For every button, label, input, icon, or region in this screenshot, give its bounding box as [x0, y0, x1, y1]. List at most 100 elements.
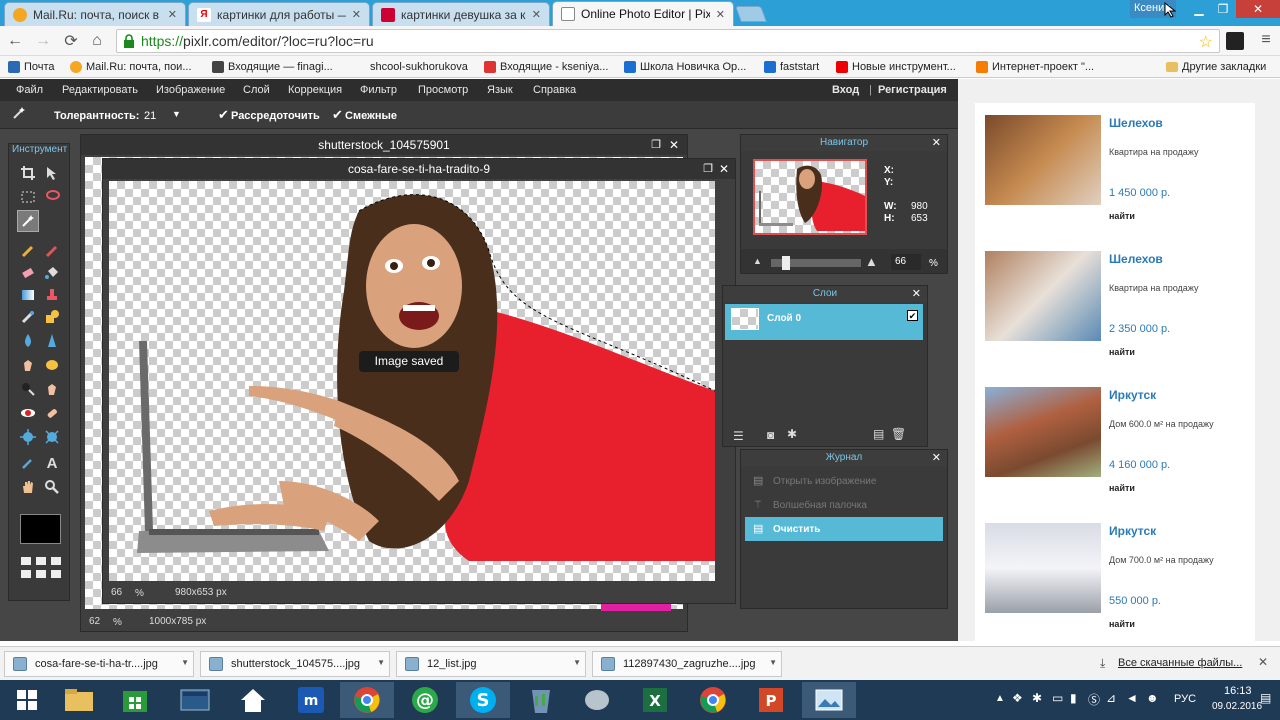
login-link[interactable]: Вход	[832, 84, 859, 96]
browser-tab-images[interactable]: картинки девушка за ком ✕	[372, 2, 550, 26]
layer-effects-icon[interactable]: ✱	[787, 427, 797, 441]
menu-adjust[interactable]: Коррекция	[288, 84, 342, 96]
close-icon[interactable]: ✕	[716, 8, 725, 21]
zoom-slider-handle[interactable]	[782, 256, 790, 270]
red-eye-icon[interactable]	[19, 404, 37, 422]
listing-find-link[interactable]: найти	[1109, 347, 1135, 357]
tray-skype-icon[interactable]: Ⓢ	[1088, 691, 1100, 708]
chevron-down-icon[interactable]: ▼	[769, 658, 777, 667]
menu-file[interactable]: Файл	[16, 84, 43, 96]
close-icon[interactable]: ✕	[932, 136, 941, 149]
register-link[interactable]: Регистрация	[878, 84, 947, 96]
menu-layer[interactable]: Слой	[243, 84, 270, 96]
zoom-icon[interactable]	[43, 478, 61, 496]
browser-tab-yandex[interactable]: Я картинки для работы — Я ✕	[188, 2, 370, 26]
listing-title[interactable]: Шелехов	[1109, 252, 1163, 266]
maximize-icon[interactable]: ❐	[1210, 0, 1236, 18]
menu-edit[interactable]: Редактировать	[62, 84, 138, 96]
chrome-2-icon[interactable]	[686, 682, 740, 718]
close-icon[interactable]: ✕	[719, 162, 729, 176]
zoom-value[interactable]: 62	[89, 616, 100, 627]
pinch-icon[interactable]	[43, 428, 61, 446]
history-item[interactable]: ⚚ Волшебная палочка	[745, 494, 943, 516]
listing-photo[interactable]	[985, 523, 1101, 613]
window-close-icon[interactable]: ✕	[1236, 0, 1280, 18]
mail-agent-icon[interactable]: @	[398, 682, 452, 718]
spot-heal-icon[interactable]	[43, 404, 61, 422]
excel-icon[interactable]: X	[628, 682, 682, 718]
all-downloads-link[interactable]: Все скачанные файлы...	[1118, 657, 1242, 669]
trash-icon[interactable]: 🗑	[891, 427, 906, 441]
listing-photo[interactable]	[985, 387, 1101, 477]
close-icon[interactable]: ✕	[352, 8, 361, 21]
url-input[interactable]: https:// pixlr.com/editor/?loc=ru?loc=ru…	[116, 29, 1220, 53]
browser-tab-pixlr[interactable]: Online Photo Editor | Pixlr ✕	[552, 1, 734, 26]
windows-start-icon[interactable]	[0, 682, 54, 718]
chevron-down-icon[interactable]: ▼	[181, 658, 189, 667]
listing-photo[interactable]	[985, 115, 1101, 205]
tray-settings-icon[interactable]: ✱	[1032, 691, 1042, 705]
listing-title[interactable]: Иркутск	[1109, 388, 1156, 402]
bookmark-item[interactable]: Входящие — finagi...	[212, 59, 333, 75]
listing-find-link[interactable]: найти	[1109, 619, 1135, 629]
layer-options-icon[interactable]: ☰	[733, 429, 744, 443]
tray-monitor-icon[interactable]: ▭	[1052, 691, 1063, 705]
zoom-input[interactable]: 66	[891, 254, 921, 270]
restore-icon[interactable]: ❐	[703, 162, 713, 175]
front-canvas[interactable]	[109, 181, 715, 581]
swatch-grid-icon[interactable]	[19, 556, 63, 580]
photo-viewer-icon[interactable]	[802, 682, 856, 718]
menu-image[interactable]: Изображение	[156, 84, 225, 96]
primary-color-swatch[interactable]	[20, 514, 61, 544]
chrome-icon[interactable]	[340, 682, 394, 718]
type-tool-icon[interactable]: A	[43, 454, 61, 472]
bookmark-item[interactable]: faststart	[764, 59, 819, 75]
store-icon[interactable]	[108, 682, 162, 718]
chevron-down-icon[interactable]: ▼	[573, 658, 581, 667]
tray-power-icon[interactable]: ▮	[1070, 691, 1077, 705]
bloat-icon[interactable]	[19, 428, 37, 446]
bookmark-item[interactable]: Почта	[8, 59, 55, 75]
listing-title[interactable]: Шелехов	[1109, 116, 1163, 130]
contiguous-checkbox[interactable]: ✔	[332, 107, 343, 123]
magic-wand-tool-icon[interactable]	[17, 210, 39, 232]
notifications-icon[interactable]: ▤	[1260, 691, 1271, 705]
other-bookmarks[interactable]: Другие закладки	[1166, 59, 1266, 75]
blur-icon[interactable]	[19, 332, 37, 350]
history-item[interactable]: ▤ Открыть изображение	[745, 470, 943, 492]
browser-tab-mailru[interactable]: Mail.Ru: почта, поиск в ин ✕	[4, 2, 186, 26]
dodge-icon[interactable]	[43, 380, 61, 398]
tray-chat-icon[interactable]: ☻	[1146, 691, 1159, 705]
lasso-icon[interactable]	[43, 188, 61, 206]
brush-icon[interactable]	[43, 242, 61, 260]
antialias-checkbox[interactable]: ✔	[218, 107, 229, 123]
listing-find-link[interactable]: найти	[1109, 211, 1135, 221]
menu-help[interactable]: Справка	[533, 84, 576, 96]
tray-network-icon[interactable]: ⊿	[1106, 691, 1116, 705]
close-icon[interactable]: ✕	[932, 451, 941, 464]
sponge-icon[interactable]	[43, 356, 61, 374]
file-explorer-icon[interactable]	[52, 682, 106, 718]
move-icon[interactable]	[43, 164, 61, 182]
marquee-icon[interactable]	[19, 188, 37, 206]
new-tab-button[interactable]	[735, 6, 767, 22]
tray-expand-icon[interactable]: ▲	[995, 693, 1005, 704]
menu-language[interactable]: Язык	[487, 84, 513, 96]
pencil-icon[interactable]	[19, 242, 37, 260]
zoom-value[interactable]: 66	[111, 587, 122, 598]
crop-icon[interactable]	[19, 164, 37, 182]
close-icon[interactable]: ✕	[532, 8, 541, 21]
extension-icon[interactable]	[1226, 32, 1244, 50]
smudge-icon[interactable]	[19, 356, 37, 374]
bookmark-item[interactable]: Новые инструмент...	[836, 59, 956, 75]
clock-date[interactable]: 09.02.2016	[1212, 701, 1262, 712]
burn-icon[interactable]	[19, 380, 37, 398]
sharpen-icon[interactable]	[43, 332, 61, 350]
paint-bucket-icon[interactable]	[43, 264, 61, 282]
home-app-icon[interactable]	[226, 682, 280, 718]
new-layer-icon[interactable]: ▤	[873, 427, 884, 441]
document-window-cosa[interactable]: cosa-fare-se-ti-ha-tradito-9 ❐ ✕ 66 % 98…	[102, 158, 736, 604]
close-icon[interactable]: ✕	[912, 287, 921, 300]
bookmark-item[interactable]: Входящие - kseniya...	[484, 59, 608, 75]
tray-volume-icon[interactable]: ◄	[1126, 691, 1138, 705]
